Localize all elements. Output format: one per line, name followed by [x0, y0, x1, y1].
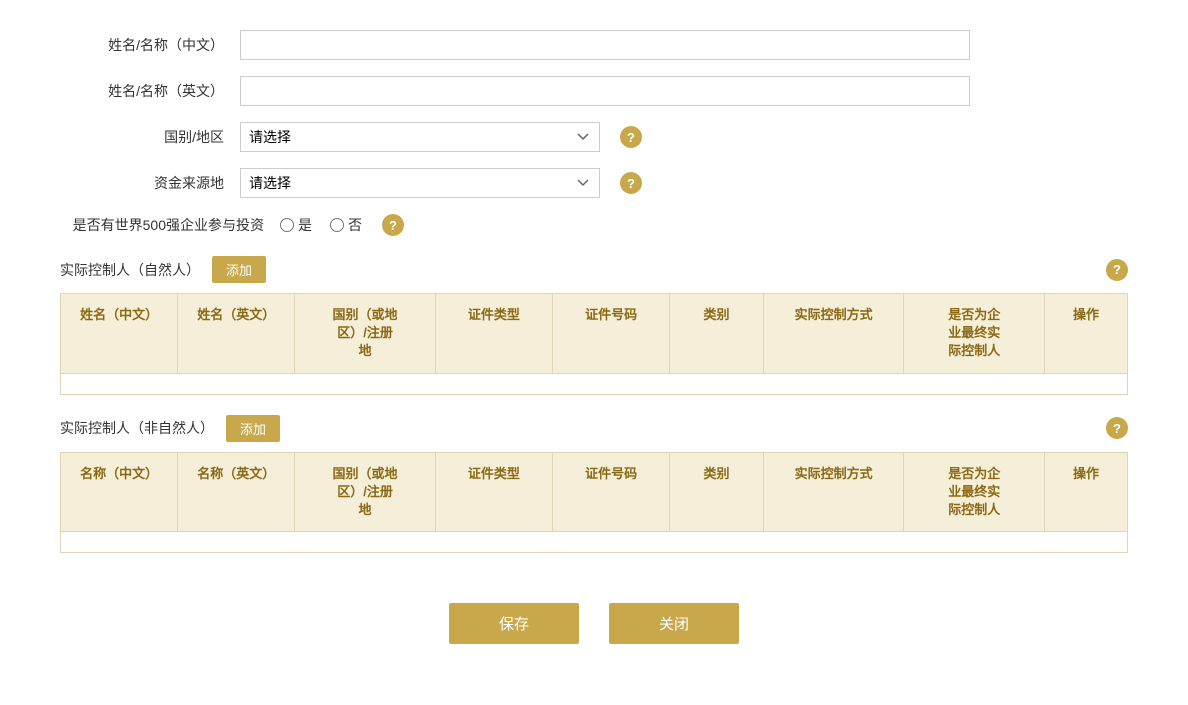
- country-row: 国别/地区 请选择 ?: [60, 122, 1128, 152]
- th-non-natural-operation: 操作: [1045, 453, 1127, 532]
- bottom-buttons: 保存 关闭: [60, 603, 1128, 674]
- radio-yes-label: 是: [298, 215, 312, 235]
- fortune500-row: 是否有世界500强企业参与投资 是 否 ?: [60, 214, 1128, 236]
- fund-source-row: 资金来源地 请选择 ?: [60, 168, 1128, 198]
- th-non-natural-control-method: 实际控制方式: [764, 453, 905, 532]
- name-en-input[interactable]: [240, 76, 970, 106]
- th-natural-cert-no: 证件号码: [553, 294, 670, 373]
- natural-person-table: 姓名（中文） 姓名（英文） 国别（或地区）/注册地 证件类型 证件号码 类别 实…: [60, 293, 1128, 395]
- save-button[interactable]: 保存: [449, 603, 579, 644]
- fund-source-select[interactable]: 请选择: [240, 168, 600, 198]
- th-natural-is-final: 是否为企业最终实际控制人: [904, 294, 1045, 373]
- close-button[interactable]: 关闭: [609, 603, 739, 644]
- non-natural-person-help-icon[interactable]: ?: [1106, 417, 1128, 439]
- radio-no-label: 否: [348, 215, 362, 235]
- th-non-natural-is-final: 是否为企业最终实际控制人: [904, 453, 1045, 532]
- radio-no-item[interactable]: 否: [330, 215, 362, 235]
- fortune500-radio-group: 是 否: [280, 215, 362, 235]
- th-non-natural-cert-no: 证件号码: [553, 453, 670, 532]
- th-natural-country: 国别（或地区）/注册地: [295, 294, 436, 373]
- non-natural-person-add-btn[interactable]: 添加: [226, 415, 280, 442]
- fortune500-label: 是否有世界500强企业参与投资: [60, 215, 280, 235]
- non-natural-person-table-header: 名称（中文） 名称（英文） 国别（或地区）/注册地 证件类型 证件号码 类别 实…: [61, 453, 1127, 533]
- natural-person-header: 实际控制人（自然人） 添加 ?: [60, 256, 1128, 283]
- non-natural-person-header: 实际控制人（非自然人） 添加 ?: [60, 415, 1128, 442]
- main-form: 姓名/名称（中文） 姓名/名称（英文） 国别/地区 请选择 ? 资金来源地 请选…: [60, 30, 1128, 236]
- fund-source-label: 资金来源地: [60, 173, 240, 193]
- th-non-natural-category: 类别: [670, 453, 764, 532]
- th-non-natural-name-cn: 名称（中文）: [61, 453, 178, 532]
- th-natural-name-en: 姓名（英文）: [178, 294, 295, 373]
- non-natural-person-table-body: [61, 532, 1127, 552]
- th-natural-operation: 操作: [1045, 294, 1127, 373]
- natural-person-add-btn[interactable]: 添加: [212, 256, 266, 283]
- th-natural-control-method: 实际控制方式: [764, 294, 905, 373]
- fund-source-help-icon[interactable]: ?: [620, 172, 642, 194]
- country-label: 国别/地区: [60, 127, 240, 147]
- th-natural-cert-type: 证件类型: [436, 294, 553, 373]
- th-natural-category: 类别: [670, 294, 764, 373]
- natural-person-table-body: [61, 374, 1127, 394]
- natural-person-table-header: 姓名（中文） 姓名（英文） 国别（或地区）/注册地 证件类型 证件号码 类别 实…: [61, 294, 1127, 374]
- radio-yes-item[interactable]: 是: [280, 215, 312, 235]
- non-natural-person-title: 实际控制人（非自然人）: [60, 418, 214, 438]
- natural-person-title: 实际控制人（自然人）: [60, 260, 200, 280]
- country-select[interactable]: 请选择: [240, 122, 600, 152]
- country-help-icon[interactable]: ?: [620, 126, 642, 148]
- natural-person-help-icon[interactable]: ?: [1106, 259, 1128, 281]
- th-non-natural-name-en: 名称（英文）: [178, 453, 295, 532]
- name-cn-label: 姓名/名称（中文）: [60, 35, 240, 55]
- radio-yes-input[interactable]: [280, 218, 294, 232]
- th-non-natural-cert-type: 证件类型: [436, 453, 553, 532]
- th-non-natural-country: 国别（或地区）/注册地: [295, 453, 436, 532]
- fortune500-help-icon[interactable]: ?: [382, 214, 404, 236]
- non-natural-person-table: 名称（中文） 名称（英文） 国别（或地区）/注册地 证件类型 证件号码 类别 实…: [60, 452, 1128, 554]
- name-en-row: 姓名/名称（英文）: [60, 76, 1128, 106]
- name-cn-input[interactable]: [240, 30, 970, 60]
- th-natural-name-cn: 姓名（中文）: [61, 294, 178, 373]
- radio-no-input[interactable]: [330, 218, 344, 232]
- name-cn-row: 姓名/名称（中文）: [60, 30, 1128, 60]
- name-en-label: 姓名/名称（英文）: [60, 81, 240, 101]
